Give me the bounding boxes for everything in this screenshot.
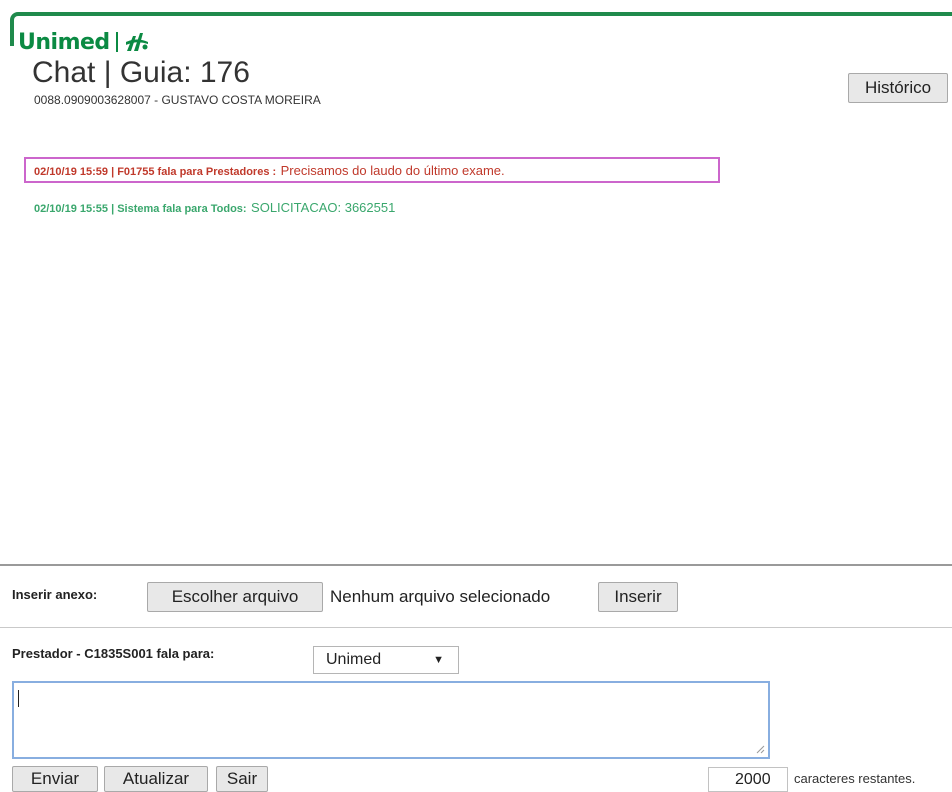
send-button[interactable]: Enviar [12, 766, 98, 792]
refresh-button[interactable]: Atualizar [104, 766, 208, 792]
logo-wordmark: Unimed [18, 29, 110, 55]
attachment-label: Inserir anexo: [12, 587, 98, 602]
recipient-selected-value: Unimed [326, 651, 382, 668]
message-meta: 02/10/19 15:55 | Sistema fala para Todos… [34, 203, 247, 215]
remaining-chars-counter: 2000 [708, 767, 788, 792]
choose-file-button[interactable]: Escolher arquivo [147, 582, 323, 612]
remaining-chars-label: caracteres restantes. [794, 771, 916, 786]
chat-message: 02/10/19 15:55 | Sistema fala para Todos… [34, 199, 395, 217]
file-status-text: Nenhum arquivo selecionado [330, 587, 551, 606]
section-divider [0, 627, 952, 628]
speaker-label: Prestador - C1835S001 fala para: [12, 646, 215, 661]
logo-divider [115, 32, 118, 52]
message-text: SOLICITACAO: 3662551 [251, 200, 396, 215]
section-divider [0, 564, 952, 566]
unimed-tree-icon [125, 33, 148, 51]
resize-handle-icon[interactable] [756, 745, 765, 754]
beneficiary-info: 0088.0909003628007 - GUSTAVO COSTA MOREI… [34, 93, 321, 107]
message-textarea[interactable] [12, 681, 770, 759]
recipient-select[interactable]: Unimed ▼ [313, 646, 459, 674]
unimed-logo: Unimed [18, 29, 150, 55]
insert-attachment-button[interactable]: Inserir [598, 582, 678, 612]
message-meta: 02/10/19 15:59 | F01755 fala para Presta… [34, 166, 277, 178]
text-cursor [18, 690, 19, 707]
page-title: Chat | Guia: 176 [32, 56, 250, 89]
header-frame [10, 12, 952, 46]
dropdown-arrow-icon: ▼ [433, 654, 444, 666]
historico-button[interactable]: Histórico [848, 73, 948, 103]
exit-button[interactable]: Sair [216, 766, 268, 792]
chat-message: 02/10/19 15:59 | F01755 fala para Presta… [34, 162, 505, 180]
message-text: Precisamos do laudo do último exame. [280, 163, 505, 178]
